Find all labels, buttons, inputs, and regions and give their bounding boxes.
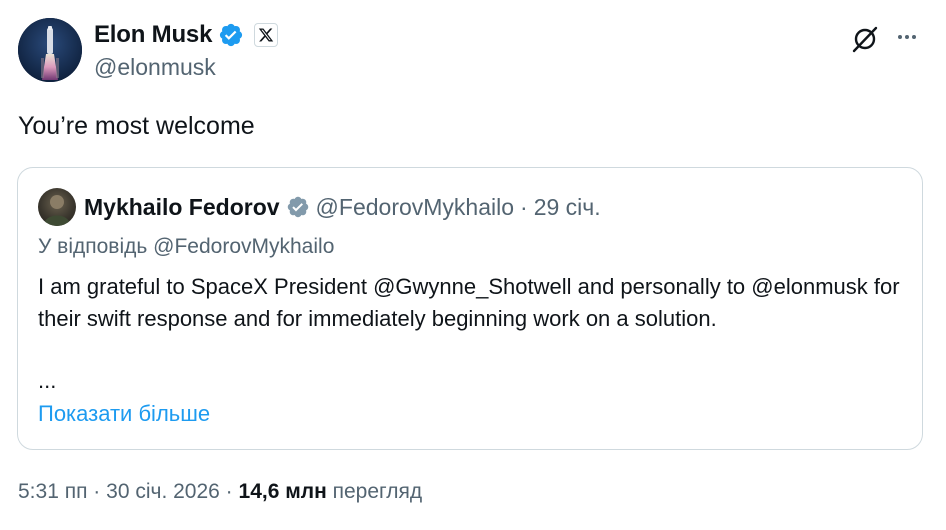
tweet-page: Elon Musk @elonmusk You’re most welcome	[0, 0, 946, 530]
quote-author-handle[interactable]: @FedorovMykhailo	[316, 194, 514, 221]
author-avatar[interactable]	[18, 18, 82, 82]
views-count[interactable]: 14,6 млн	[239, 480, 327, 503]
grok-icon[interactable]	[850, 24, 880, 54]
quote-header: Mykhailo Fedorov @FedorovMykhailo · 29 с…	[84, 192, 601, 222]
gray-verified-badge-icon[interactable]	[286, 195, 310, 219]
tweet-date[interactable]: 30 січ. 2026	[106, 480, 220, 503]
verified-badge-icon[interactable]	[218, 22, 244, 48]
quote-author-avatar[interactable]	[38, 188, 76, 226]
tweet-text: You’re most welcome	[18, 112, 255, 140]
tweet-metadata: 5:31 пп · 30 січ. 2026 · 14,6 млн перегл…	[18, 480, 422, 504]
meta-separator: ·	[93, 480, 101, 503]
meta-separator: ·	[225, 480, 233, 503]
quote-author-name[interactable]: Mykhailo Fedorov	[84, 194, 280, 221]
author-name[interactable]: Elon Musk	[94, 21, 212, 49]
quoted-tweet-card[interactable]: Mykhailo Fedorov @FedorovMykhailo · 29 с…	[17, 167, 923, 450]
quote-ellipsis: ...	[38, 368, 57, 393]
quote-separator: ·	[520, 193, 528, 220]
quote-body-text: I am grateful to SpaceX President @Gwynn…	[38, 274, 900, 331]
author-name-row: Elon Musk	[94, 20, 279, 50]
quote-reply-to: У відповідь @FedorovMykhailo	[38, 235, 335, 258]
author-handle[interactable]: @elonmusk	[94, 54, 216, 81]
views-label: перегляд	[332, 480, 423, 503]
tweet-time[interactable]: 5:31 пп	[18, 480, 87, 503]
x-logo-icon[interactable]	[254, 23, 279, 47]
rocket-launch-avatar	[18, 18, 82, 82]
more-options-icon[interactable]	[894, 24, 920, 50]
show-more-link[interactable]: Показати більше	[38, 401, 210, 427]
quote-date[interactable]: 29 січ.	[534, 194, 601, 221]
